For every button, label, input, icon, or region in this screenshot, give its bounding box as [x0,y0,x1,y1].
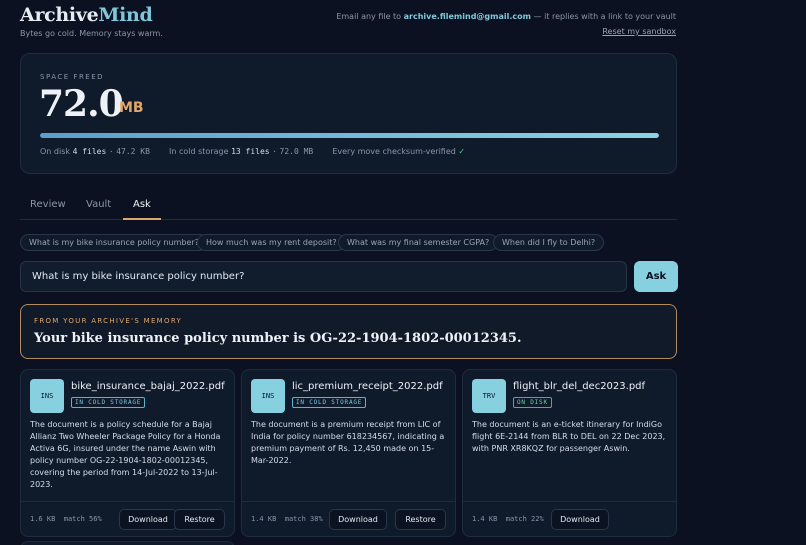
tab-vault[interactable]: Vault [76,195,121,220]
file-meta: 1.4 KB match 22% [472,515,544,523]
space-freed-unit: MB [119,100,144,116]
email-suffix: — it replies with a link to your vault [533,12,676,21]
checksum-note: Every move checksum-verified [332,147,456,156]
dot-separator: · [272,147,277,156]
space-freed-value: 72.0 [39,83,124,125]
result-card: TRV flight_blr_del_dec2023.pdf ON DISK T… [462,369,677,537]
on-disk-files: 4 files [72,147,107,156]
download-button[interactable]: Download [329,509,387,530]
match-score: match 56% [63,515,102,523]
category-tag: TRV [472,379,506,413]
space-freed-card: SPACE FREED 72.0 MB On disk 4 files · 47… [20,53,677,174]
email-address[interactable]: archive.filemind@gmail.com [404,12,531,21]
cold-storage-files: 13 files [231,147,270,156]
space-progress-fill [40,133,659,138]
answer-panel: FROM YOUR ARCHIVE'S MEMORY Your bike ins… [20,304,677,359]
suggestion-chip[interactable]: What was my final semester CGPA? [338,234,499,251]
answer-label: FROM YOUR ARCHIVE'S MEMORY [34,317,183,325]
cold-storage-label: In cold storage [169,147,229,156]
tab-ask[interactable]: Ask [123,195,161,220]
restore-button[interactable]: Restore [395,509,446,530]
brand-accent: Mind [98,4,153,26]
file-name: bike_insurance_bajaj_2022.pdf [71,381,225,392]
result-card-partial [20,541,235,545]
file-meta: 1.4 KB match 38% [251,515,323,523]
status-badge: ON DISK [513,397,552,408]
file-size: 1.4 KB [472,515,498,523]
tagline: Bytes go cold. Memory stays warm. [20,29,163,38]
suggestion-chip[interactable]: How much was my rent deposit? [197,234,346,251]
tab-bar: Review Vault Ask [20,195,677,220]
category-tag: INS [30,379,64,413]
match-score: match 22% [505,515,544,523]
check-icon: ✓ [458,147,466,156]
tab-review[interactable]: Review [20,195,76,220]
on-disk-size: 47.2 KB [116,147,150,156]
file-description: The document is a premium receipt from L… [251,420,445,465]
answer-text: Your bike insurance policy number is OG-… [34,331,522,346]
card-footer: 1.6 KB match 56% Download Restore [21,501,234,536]
storage-summary: On disk 4 files · 47.2 KB In cold storag… [40,147,465,156]
card-footer: 1.4 KB match 22% Download [463,501,676,536]
file-size: 1.4 KB [251,515,277,523]
file-description: The document is a policy schedule for a … [30,420,221,489]
download-button[interactable]: Download [551,509,609,530]
status-badge: IN COLD STORAGE [292,397,367,408]
cold-storage-size: 72.0 MB [279,147,314,156]
dot-separator: · [108,147,114,156]
status-badge: IN COLD STORAGE [71,397,146,408]
space-progress-bar [40,133,659,138]
brand-logo: ArchiveMind [20,4,153,26]
result-card: INS lic_premium_receipt_2022.pdf IN COLD… [241,369,456,537]
brand-name: Archive [20,4,99,26]
email-prefix: Email any file to [336,12,402,21]
restore-button[interactable]: Restore [174,509,225,530]
file-size: 1.6 KB [30,515,56,523]
category-tag: INS [251,379,285,413]
email-instructions: Email any file to archive.filemind@gmail… [336,12,676,21]
download-button[interactable]: Download [119,509,177,530]
suggestion-chip[interactable]: When did I fly to Delhi? [493,234,605,251]
file-name: lic_premium_receipt_2022.pdf [292,381,443,392]
space-freed-label: SPACE FREED [40,73,105,81]
file-meta: 1.6 KB match 56% [30,515,102,523]
ask-button[interactable]: Ask [634,261,678,292]
file-description: The document is an e-ticket itinerary fo… [472,420,666,453]
card-footer: 1.4 KB match 38% Download Restore [242,501,455,536]
match-score: match 38% [284,515,323,523]
reset-sandbox-link[interactable]: Reset my sandbox [602,27,676,36]
on-disk-label: On disk [40,147,71,156]
result-card: INS bike_insurance_bajaj_2022.pdf IN COL… [20,369,235,537]
file-name: flight_blr_del_dec2023.pdf [513,381,646,392]
suggestion-chip[interactable]: What is my bike insurance policy number? [20,234,208,251]
question-input[interactable]: What is my bike insurance policy number? [20,261,627,292]
